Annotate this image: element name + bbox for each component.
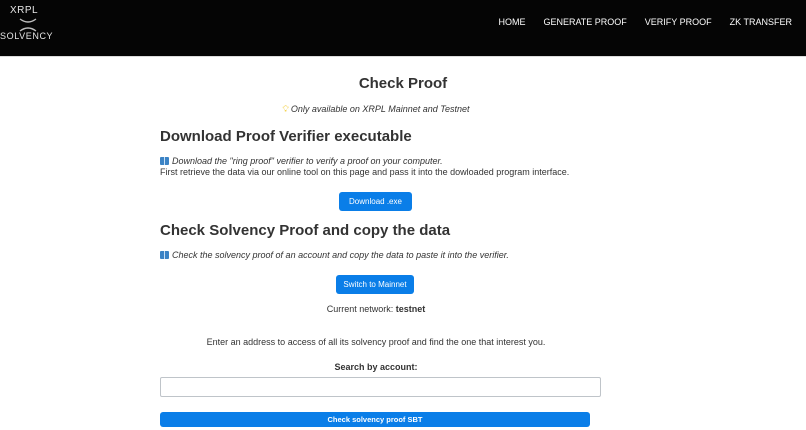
check-description: Check the solvency proof of an account a…: [160, 250, 509, 261]
main-content: Check Proof 💡︎ Only available on XRPL Mai…: [0, 56, 806, 430]
download-description: Download the "ring proof" verifier to ve…: [160, 156, 569, 178]
current-network: Current network: testnet: [0, 304, 752, 314]
network-value: testnet: [395, 304, 426, 314]
nav-links: HOME GENERATE PROOF VERIFY PROOF ZK TRAN…: [498, 17, 792, 27]
nav-zk-transfer[interactable]: ZK TRANSFER: [730, 17, 792, 27]
network-label: Current network:: [326, 304, 394, 314]
logo-bottom-text: SOLVENCY: [0, 31, 54, 41]
book-icon: [160, 251, 169, 259]
nav-generate-proof[interactable]: GENERATE PROOF: [543, 17, 626, 27]
availability-text: Only available on XRPL Mainnet and Testn…: [290, 104, 470, 114]
download-exe-button[interactable]: Download .exe: [339, 192, 412, 211]
check-section-heading: Check Solvency Proof and copy the data: [160, 222, 451, 239]
lightbulb-icon: 💡︎: [282, 104, 289, 114]
download-desc-line2: First retrieve the data via our online t…: [160, 167, 570, 177]
app-logo[interactable]: XRPL SOLVENCY: [0, 4, 56, 52]
account-search-input[interactable]: [160, 377, 601, 397]
nav-home[interactable]: HOME: [498, 17, 525, 27]
check-solvency-button[interactable]: Check solvency proof SBT: [160, 412, 590, 427]
logo-top-text: XRPL: [10, 5, 39, 16]
top-navbar: XRPL SOLVENCY HOME GENERATE PROOF VERIFY…: [0, 0, 806, 56]
search-label: Search by account:: [334, 362, 418, 372]
page-title: Check Proof: [358, 75, 448, 92]
book-icon: [160, 157, 169, 165]
availability-note: 💡︎ Only available on XRPL Mainnet and Tes…: [0, 104, 752, 115]
download-desc-line1: Download the "ring proof" verifier to ve…: [172, 156, 443, 166]
check-desc-text: Check the solvency proof of an account a…: [172, 250, 509, 260]
search-instructions: Enter an address to access of all its so…: [206, 337, 546, 347]
download-section-heading: Download Proof Verifier executable: [160, 128, 412, 145]
nav-verify-proof[interactable]: VERIFY PROOF: [645, 17, 712, 27]
switch-network-button[interactable]: Switch to Mainnet: [336, 275, 414, 294]
